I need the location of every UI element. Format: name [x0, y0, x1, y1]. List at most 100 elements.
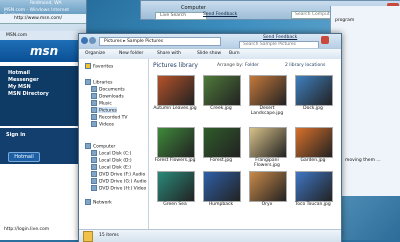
file-item[interactable]: Autumn Leaves.jpg — [153, 75, 197, 123]
file-item[interactable]: Garden.jpg — [291, 127, 335, 175]
library-title: Pictures library — [153, 62, 198, 69]
breadcrumb-pictures[interactable]: Pictures — [104, 39, 122, 44]
file-thumbnail — [203, 75, 241, 106]
organize-button[interactable]: Organize — [85, 49, 105, 59]
nav-computer-label: Computer — [93, 144, 116, 150]
ie-status-url: http://login.live.com — [4, 227, 50, 232]
file-name: Humpback — [208, 202, 234, 207]
drive-icon — [91, 150, 97, 156]
sign-in-link[interactable]: Sign in — [6, 132, 25, 138]
msn-nav-panel: Hotmail Messenger My MSN MSN Directory — [0, 66, 86, 126]
nav-drive-f[interactable]: DVD Drive (F:) Audio — [91, 171, 146, 178]
msn-header: msn — [0, 40, 86, 62]
explorer-window[interactable]: Pictures ▸ Sample Pictures Send Feedback… — [78, 33, 342, 242]
share-with-button[interactable]: Share with — [157, 49, 181, 59]
send-feedback-link-back[interactable]: Send Feedback — [203, 12, 237, 17]
breadcrumb-sample-pictures[interactable]: Sample Pictures — [127, 39, 163, 44]
file-item[interactable]: Dock.jpg — [291, 75, 335, 123]
search-computer-placeholder: Search Computer — [295, 12, 335, 17]
file-item[interactable]: Desert Landscape.jpg — [245, 75, 289, 123]
file-item[interactable]: Oryx — [245, 171, 289, 211]
nav-music[interactable]: Music — [91, 100, 112, 107]
ie-window[interactable]: Redmond, WA MSN.com - Windows Internet E… — [0, 0, 87, 240]
msn-link-directory[interactable]: MSN Directory — [0, 91, 86, 98]
msn-page: msn Hotmail Messenger My MSN MSN Directo… — [0, 40, 86, 240]
tab-msn[interactable]: MSN.com — [6, 33, 27, 38]
item-count: 15 items — [99, 233, 119, 238]
file-item[interactable]: Forest Flowers.jpg — [153, 127, 197, 175]
nav-drive-g-label: DVD Drive (G:) Audio — [99, 179, 147, 185]
content-pane: Pictures library Arrange by: Folder 2 li… — [149, 59, 341, 229]
file-thumbnail — [249, 127, 287, 158]
file-thumbnail — [295, 127, 333, 158]
forward-button[interactable] — [89, 37, 96, 44]
nav-drive-f-label: DVD Drive (F:) Audio — [99, 172, 146, 178]
msn-link-my-msn[interactable]: My MSN — [0, 84, 86, 91]
nav-drive-c-label: Local Disk (C:) — [99, 151, 132, 157]
nav-drive-d-label: Local Disk (D:) — [99, 158, 132, 164]
burn-button[interactable]: Burn — [229, 49, 240, 59]
msn-link-messenger[interactable]: Messenger — [0, 77, 86, 84]
nav-documents[interactable]: Documents — [91, 86, 125, 93]
nav-computer[interactable]: Computer — [85, 143, 116, 150]
music-icon — [91, 100, 97, 106]
file-thumbnail — [157, 127, 195, 158]
file-item[interactable]: Green Sea — [153, 171, 197, 211]
file-name: Garden.jpg — [300, 158, 326, 163]
nav-drive-g[interactable]: DVD Drive (G:) Audio — [91, 178, 147, 185]
slide-show-button[interactable]: Slide show — [197, 49, 221, 59]
network-icon — [85, 199, 91, 205]
msn-link-hotmail[interactable]: Hotmail — [0, 70, 86, 77]
nav-network[interactable]: Network — [85, 199, 112, 206]
nav-documents-label: Documents — [99, 87, 125, 93]
breadcrumb[interactable]: Pictures ▸ Sample Pictures — [99, 37, 221, 46]
live-search-placeholder: Live Search — [160, 13, 187, 18]
moving-text: moving them ... — [345, 158, 381, 163]
nav-videos[interactable]: Videos — [91, 121, 114, 128]
new-folder-button[interactable]: New folder — [119, 49, 143, 59]
folder-icon — [83, 231, 93, 242]
file-thumbnail — [203, 171, 241, 202]
live-search-box[interactable]: Live Search — [155, 12, 207, 20]
nav-drive-h-label: DVD Drive (H:) Video — [99, 186, 147, 192]
file-item[interactable]: Forest.jpg — [199, 127, 243, 175]
file-thumbnail — [249, 171, 287, 202]
file-item[interactable]: Creek.jpg — [199, 75, 243, 123]
file-item[interactable]: Toco Toucan.jpg — [291, 171, 335, 211]
address-bar[interactable]: http://www.msn.com/ — [0, 14, 86, 24]
file-thumbnail — [157, 75, 195, 106]
search-placeholder: Search Sample Pictures — [243, 42, 297, 47]
nav-pictures[interactable]: Pictures — [91, 107, 117, 114]
nav-drive-d[interactable]: Local Disk (D:) — [91, 157, 132, 164]
nav-drive-e[interactable]: Local Disk (E:) — [91, 164, 131, 171]
videos-icon — [91, 121, 97, 127]
nav-favorites[interactable]: Favorites — [85, 63, 113, 70]
ie-titlebar[interactable]: Redmond, WA MSN.com - Windows Internet E… — [0, 0, 86, 18]
file-thumbnail — [203, 127, 241, 158]
library-icon — [85, 79, 91, 85]
send-feedback-link[interactable]: Send Feedback — [263, 35, 297, 40]
nav-videos-label: Videos — [99, 122, 114, 128]
hotmail-button[interactable]: Hotmail — [8, 152, 40, 162]
msn-logo: msn — [30, 44, 59, 58]
nav-recorded-tv[interactable]: Recorded TV — [91, 114, 127, 121]
location-text: Redmond, WA — [30, 1, 62, 6]
arrange-by-dropdown[interactable]: Folder — [245, 63, 259, 68]
back-button[interactable] — [81, 37, 88, 44]
explorer-titlebar[interactable]: Pictures ▸ Sample Pictures Send Feedback… — [79, 34, 341, 49]
close-icon-explorer[interactable] — [321, 36, 329, 44]
file-name: Oryx — [261, 202, 273, 207]
sign-in-panel: Sign in Hotmail — [0, 128, 86, 164]
nav-drive-c[interactable]: Local Disk (C:) — [91, 150, 132, 157]
nav-downloads[interactable]: Downloads — [91, 93, 124, 100]
file-name: Autumn Leaves.jpg — [153, 106, 197, 111]
nav-drive-h[interactable]: DVD Drive (H:) Video — [91, 185, 147, 192]
file-item[interactable]: Frangipani Flowers.jpg — [245, 127, 289, 175]
library-locations-link[interactable]: 2 library locations — [285, 63, 325, 68]
nav-music-label: Music — [99, 101, 112, 107]
nav-libraries[interactable]: Libraries — [85, 79, 112, 86]
file-name: Forest Flowers.jpg — [154, 158, 196, 163]
file-name: Green Sea — [163, 202, 187, 207]
file-item[interactable]: Humpback — [199, 171, 243, 211]
drive-icon — [91, 164, 97, 170]
